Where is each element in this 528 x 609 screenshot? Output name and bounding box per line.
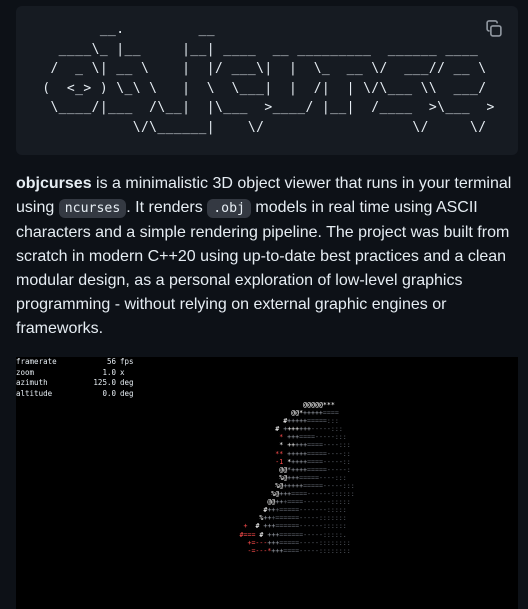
stat-unit: deg (120, 388, 134, 398)
stat-value: 125.0 (93, 378, 116, 387)
description-text-2: . It renders (126, 199, 208, 216)
project-name: objcurses (16, 175, 92, 192)
description-text-3: models in real time using ASCII characte… (16, 199, 510, 337)
stat-row-zoom: zoom 1.0 x (16, 368, 134, 379)
stat-value: 0.0 (102, 388, 116, 398)
stats-overlay: framerate 56 fps zoom 1.0 x azimuth 125.0 deg … (16, 357, 134, 399)
ascii-banner-text: __. __ ____\_ |__ |__| ____ __ _________… (42, 22, 495, 135)
stat-unit: deg (120, 378, 134, 387)
stat-value: 1.0 (102, 367, 116, 377)
stat-label: framerate (16, 357, 57, 366)
stat-label: zoom (16, 367, 35, 377)
project-description: objcurses is a minimalistic 3D object vi… (16, 172, 522, 341)
inline-code-ncurses: ncurses (58, 199, 127, 218)
stat-unit: fps (120, 357, 134, 366)
copy-icon[interactable] (484, 19, 504, 39)
inline-code-obj: .obj (207, 199, 251, 218)
stat-label: altitude (16, 388, 53, 398)
stat-row-framerate: framerate 56 fps (16, 357, 134, 368)
stat-value: 56 (106, 357, 116, 366)
ascii-banner-code-block: __. __ ____\_ |__ |__| ____ __ _________… (16, 6, 518, 155)
stat-row-azimuth: azimuth 125.0 deg (16, 378, 134, 389)
demo-screenshot: framerate 56 fps zoom 1.0 x azimuth 125.0 deg … (16, 357, 518, 609)
ascii-3d-render: @@@@@*** @@*+++++==== #+++++=====::: # +… (239, 401, 355, 555)
stat-unit: x (120, 367, 125, 377)
stat-label: azimuth (16, 378, 48, 387)
stat-row-altitude: altitude 0.0 deg (16, 389, 134, 400)
